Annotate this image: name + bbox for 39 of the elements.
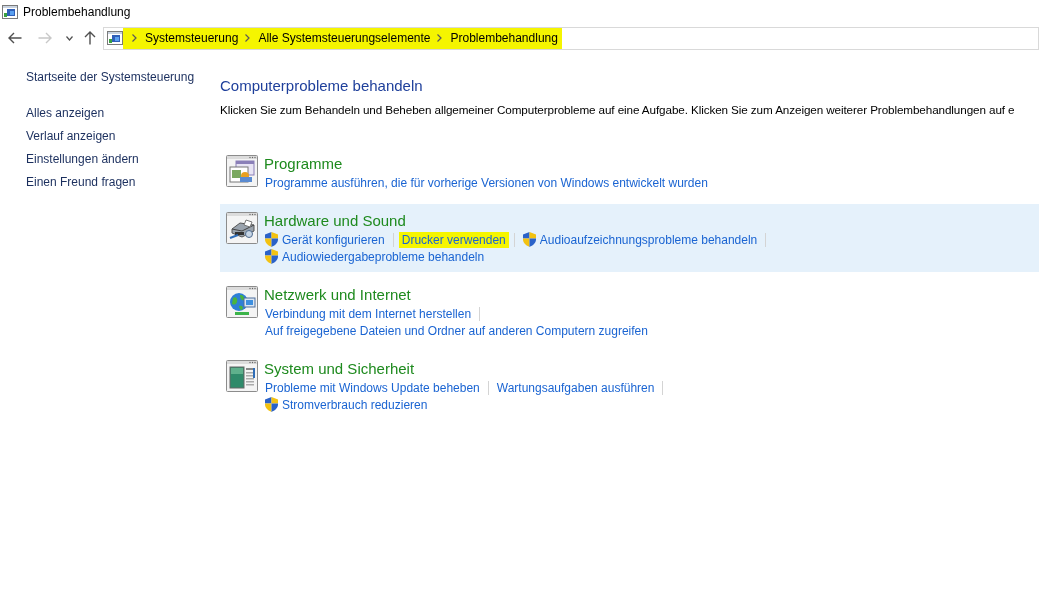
sidebar-link[interactable]: Verlauf anzeigen — [26, 128, 116, 145]
window-icon[interactable] — [226, 360, 258, 392]
sidebar-link[interactable]: Startseite der Systemsteuerung — [26, 69, 195, 86]
chevron-icon — [132, 34, 137, 42]
task-link[interactable]: Verbindung mit dem Internet herstellen — [265, 305, 472, 322]
sidebar-link[interactable]: Alles anzeigen — [26, 105, 105, 122]
breadcrumb-item[interactable]: Systemsteuerung — [145, 30, 239, 46]
task-link[interactable]: Drucker verwenden — [398, 231, 509, 248]
app-icon — [2, 5, 18, 19]
task-link[interactable]: Wartungsaufgaben ausführen — [496, 379, 655, 396]
globe-icon[interactable] — [226, 286, 258, 318]
task-link[interactable]: Stromverbrauch reduzieren — [265, 396, 428, 413]
category-row-highlight[interactable]: Hardware und Sound Gerät konfigurieren Drucker verwenden Audioaufzeichnungsprobleme behandeln Audiowiedergabeprobleme behandeln — [220, 204, 1039, 272]
category-title-link[interactable]: Programme — [264, 154, 343, 174]
chevron-icon — [437, 34, 443, 42]
task-link[interactable]: Gerät konfigurieren — [265, 231, 385, 248]
chevron-down-icon[interactable] — [66, 35, 73, 41]
breadcrumb-item[interactable]: Alle Systemsteuerungselemente — [258, 30, 431, 46]
address-bar[interactable]: Systemsteuerung Alle Systemsteuerungselemente Problembehandlung — [103, 26, 1039, 50]
window-title: Problembehandlung — [23, 4, 131, 20]
task-link[interactable]: Programme ausführen, die für vorherige Versionen von Windows entwickelt wurden — [265, 174, 708, 191]
description-text: Klicken Sie zum Behandeln und Beheben allgemeiner Computerprobleme auf eine Aufgabe. Klicken Sie zum Anzeigen weiterer Problembehandlungen auf e — [220, 102, 1015, 118]
breadcrumb-item[interactable]: Problembehandlung — [450, 30, 558, 46]
chevron-icon — [245, 34, 251, 42]
window-icon[interactable] — [226, 155, 258, 187]
sidebar-link[interactable]: Einstellungen ändern — [26, 151, 139, 168]
category-title-link[interactable]: System und Sicherheit — [264, 359, 415, 379]
up-arrow-icon[interactable] — [84, 31, 96, 45]
folder-location-icon — [107, 31, 123, 45]
printer-icon[interactable] — [226, 212, 258, 244]
task-link[interactable]: Auf freigegebene Dateien und Ordner auf anderen Computern zugreifen — [265, 322, 648, 339]
back-arrow-icon[interactable] — [8, 32, 22, 44]
category-title-link[interactable]: Hardware und Sound — [264, 211, 406, 231]
task-link[interactable]: Probleme mit Windows Update beheben — [265, 379, 480, 396]
page-heading: Computerprobleme behandeln — [220, 76, 423, 96]
task-link[interactable]: Audiowiedergabeprobleme behandeln — [265, 248, 485, 265]
sidebar-link[interactable]: Einen Freund fragen — [26, 174, 136, 191]
category-title-link[interactable]: Netzwerk und Internet — [264, 285, 411, 305]
task-link[interactable]: Audioaufzeichnungsprobleme behandeln — [522, 231, 758, 248]
